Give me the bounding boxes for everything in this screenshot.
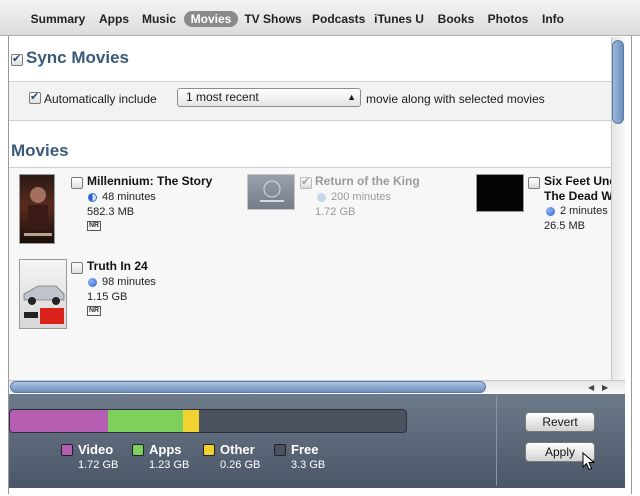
legend-swatch-video bbox=[61, 444, 73, 456]
capacity-segment-other bbox=[183, 410, 199, 432]
legend-swatch-other bbox=[203, 444, 215, 456]
movies-pane: Sync Movies Automatically include 1 most… bbox=[9, 37, 611, 380]
movie-duration-six-feet-under: 2 minutes bbox=[560, 205, 608, 217]
poster-emblem-icon bbox=[260, 180, 284, 202]
scroll-right-arrow-icon[interactable]: ▶ bbox=[602, 383, 608, 392]
played-full-icon bbox=[88, 278, 97, 287]
movie-checkbox-truth-in-24[interactable] bbox=[71, 262, 83, 274]
select-arrows-icon: ▲ bbox=[347, 92, 356, 102]
legend-swatch-apps bbox=[132, 444, 144, 456]
scroll-left-arrow-icon[interactable]: ◀ bbox=[588, 383, 594, 392]
played-full-icon bbox=[546, 207, 555, 216]
tab-movies[interactable]: Movies bbox=[184, 11, 238, 27]
movie-rating-millennium: NR bbox=[87, 221, 102, 231]
legend-swatch-free bbox=[274, 444, 286, 456]
capacity-segment-free bbox=[199, 410, 406, 432]
movies-section-title: Movies bbox=[11, 141, 69, 160]
tab-summary[interactable]: Summary bbox=[28, 11, 88, 27]
tab-podcasts[interactable]: Podcasts bbox=[312, 11, 365, 27]
footer-divider bbox=[496, 396, 497, 486]
unplayed-icon bbox=[317, 193, 326, 202]
legend-value-video: 1.72 GB bbox=[78, 459, 119, 471]
mouse-pointer-icon bbox=[582, 452, 596, 471]
auto-include-checkbox[interactable] bbox=[29, 90, 41, 104]
capacity-segment-video bbox=[10, 410, 108, 432]
movie-checkbox-six-feet-under[interactable] bbox=[528, 177, 540, 189]
tab-music[interactable]: Music bbox=[140, 11, 178, 27]
movie-size-six-feet-under: 26.5 MB bbox=[544, 220, 585, 232]
movie-poster-millennium[interactable] bbox=[19, 174, 55, 244]
legend-name-free: Free bbox=[291, 442, 319, 457]
horizontal-scroll-thumb[interactable] bbox=[10, 381, 486, 393]
tab-apps[interactable]: Apps bbox=[96, 11, 132, 27]
legend-name-apps: Apps bbox=[149, 442, 182, 457]
capacity-bar bbox=[9, 409, 407, 433]
vertical-scroll-thumb[interactable] bbox=[612, 40, 624, 124]
recent-count-value: 1 most recent bbox=[186, 90, 259, 104]
movie-duration-return-of-the-king: 200 minutes bbox=[331, 191, 391, 203]
legend-name-video: Video bbox=[78, 442, 114, 457]
movie-checkbox-return-of-the-king[interactable] bbox=[300, 175, 312, 189]
tab-bar: Summary Apps Music Movies TV Shows Podca… bbox=[0, 0, 640, 36]
sync-movies-title: Sync Movies bbox=[26, 48, 129, 67]
movie-title-return-of-the-king: Return of the King bbox=[315, 174, 420, 188]
played-half-icon bbox=[88, 193, 97, 202]
movie-poster-truth-in-24[interactable] bbox=[19, 259, 67, 329]
legend-value-other: 0.26 GB bbox=[220, 459, 261, 471]
legend-name-other: Other bbox=[220, 442, 255, 457]
recent-count-select[interactable]: 1 most recent ▲ bbox=[177, 88, 361, 107]
poster-race-car-icon bbox=[23, 285, 65, 324]
auto-include-label: Automatically include bbox=[44, 92, 157, 106]
movie-size-millennium: 582.3 MB bbox=[87, 206, 135, 218]
movie-duration-truth-in-24: 98 minutes bbox=[102, 276, 156, 288]
legend-value-free: 3.3 GB bbox=[291, 459, 326, 471]
poster-figure-icon bbox=[24, 187, 52, 236]
movie-poster-return-of-the-king[interactable] bbox=[247, 174, 295, 210]
movie-poster-six-feet-under[interactable] bbox=[476, 174, 524, 212]
tab-itunes-u[interactable]: iTunes U bbox=[374, 11, 424, 27]
movie-title-six-feet-under: Six Feet Und bbox=[544, 174, 611, 188]
movie-title-truth-in-24: Truth In 24 bbox=[87, 259, 148, 273]
movie-rating-truth-in-24: NR bbox=[87, 306, 102, 316]
sync-movies-checkbox[interactable] bbox=[11, 52, 23, 66]
movie-title-six-feet-under-line2: The Dead W bbox=[544, 189, 611, 203]
tab-books[interactable]: Books bbox=[436, 11, 476, 27]
auto-include-suffix: movie along with selected movies bbox=[366, 92, 545, 106]
tab-photos[interactable]: Photos bbox=[486, 11, 530, 27]
movie-size-return-of-the-king: 1.72 GB bbox=[315, 206, 356, 218]
tab-info[interactable]: Info bbox=[538, 11, 568, 27]
tab-tv-shows[interactable]: TV Shows bbox=[244, 11, 302, 27]
movie-size-truth-in-24: 1.15 GB bbox=[87, 291, 128, 303]
movie-checkbox-millennium[interactable] bbox=[71, 177, 83, 189]
movies-grid: Millennium: The Story 48 minutes 582.3 M… bbox=[9, 167, 611, 380]
movie-duration-millennium: 48 minutes bbox=[102, 191, 156, 203]
legend-value-apps: 1.23 GB bbox=[149, 459, 190, 471]
movie-title-millennium: Millennium: The Story bbox=[87, 174, 213, 188]
capacity-segment-apps bbox=[108, 410, 183, 432]
revert-button[interactable]: Revert bbox=[525, 412, 595, 432]
